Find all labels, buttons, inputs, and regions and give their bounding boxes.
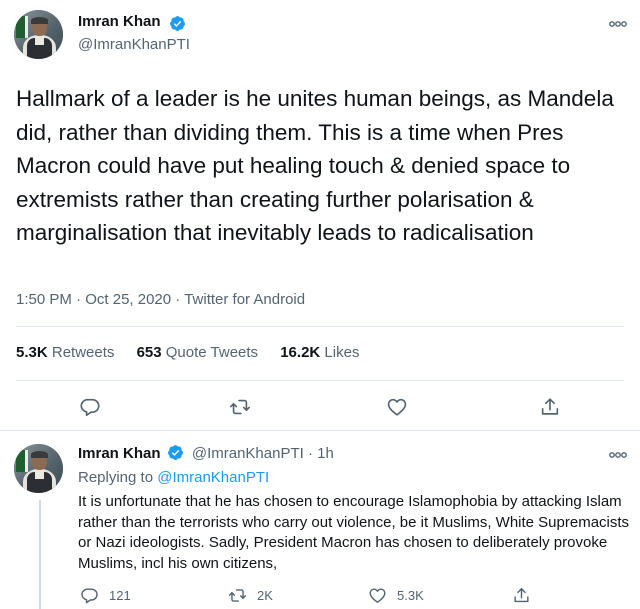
reply-tweet-share-button[interactable] [512, 585, 541, 605]
likes-count: 16.2K [280, 344, 321, 361]
reply-tweet-retweet-button[interactable]: 2K [228, 585, 273, 605]
main-tweet-author-name[interactable]: Imran Khan [78, 13, 161, 30]
reply-tweet-header: Imran Khan @ImranKhanPTI · 1h [78, 444, 334, 462]
reply-tweet-avatar[interactable] [14, 444, 63, 493]
reply-tweet-age[interactable]: 1h [317, 445, 334, 462]
reply-count: 121 [109, 587, 131, 603]
retweet-icon [228, 588, 247, 602]
more-icon[interactable] [608, 18, 628, 30]
reply-tweet-author-name[interactable]: Imran Khan [78, 445, 161, 462]
reply-tweet-reply-button[interactable]: 121 [80, 585, 131, 605]
main-tweet-author-handle[interactable]: @ImranKhanPTI [78, 36, 190, 53]
engagement-stats: 5.3K Retweets 653 Quote Tweets 16.2K Lik… [16, 344, 377, 361]
verified-icon [167, 445, 183, 460]
like-icon [369, 587, 386, 603]
share-button[interactable] [539, 396, 561, 418]
likes-stat[interactable]: 16.2K Likes [280, 344, 359, 361]
share-icon [541, 398, 559, 415]
like-button[interactable] [386, 396, 408, 418]
replying-to: Replying to @ImranKhanPTI [78, 469, 269, 486]
divider [16, 326, 624, 327]
replying-to-link[interactable]: @ImranKhanPTI [157, 469, 269, 486]
quotes-stat[interactable]: 653 Quote Tweets [137, 344, 258, 361]
tweet-time[interactable]: 1:50 PM [16, 291, 72, 308]
main-tweet-text: Hallmark of a leader is he unites human … [16, 86, 614, 245]
reply-icon [80, 398, 100, 417]
retweet-button[interactable] [229, 396, 251, 418]
likes-label: Likes [324, 344, 360, 361]
reply-button[interactable] [79, 396, 101, 418]
tweet-date[interactable]: Oct 25, 2020 [85, 291, 171, 308]
retweet-icon [230, 399, 250, 415]
retweets-count: 5.3K [16, 344, 48, 361]
retweet-count: 2K [257, 587, 273, 603]
reply-tweet-author-handle[interactable]: @ImranKhanPTI [192, 445, 304, 462]
divider [0, 430, 640, 431]
share-icon [514, 587, 529, 602]
main-tweet-meta: 1:50 PM · Oct 25, 2020 · Twitter for And… [16, 291, 305, 308]
verified-icon [170, 16, 185, 31]
meta-separator: · [307, 445, 318, 462]
meta-separator: · [76, 291, 86, 308]
meta-separator: · [175, 291, 185, 308]
reply-tweet-text: It is unfortunate that he has chosen to … [78, 493, 630, 572]
main-tweet-avatar[interactable] [14, 10, 63, 59]
more-icon[interactable] [608, 449, 628, 461]
reply-tweet-like-button[interactable]: 5.3K [368, 585, 424, 605]
tweet-source[interactable]: Twitter for Android [184, 291, 305, 308]
divider [16, 380, 624, 381]
replying-prefix: Replying to [78, 469, 154, 486]
like-count: 5.3K [397, 587, 424, 603]
reply-icon [81, 587, 98, 603]
retweets-stat[interactable]: 5.3K Retweets [16, 344, 114, 361]
thread-line [39, 500, 41, 609]
like-icon [387, 398, 407, 416]
quotes-label: Quote Tweets [165, 344, 259, 361]
quotes-count: 653 [136, 344, 162, 361]
retweets-label: Retweets [51, 344, 115, 361]
